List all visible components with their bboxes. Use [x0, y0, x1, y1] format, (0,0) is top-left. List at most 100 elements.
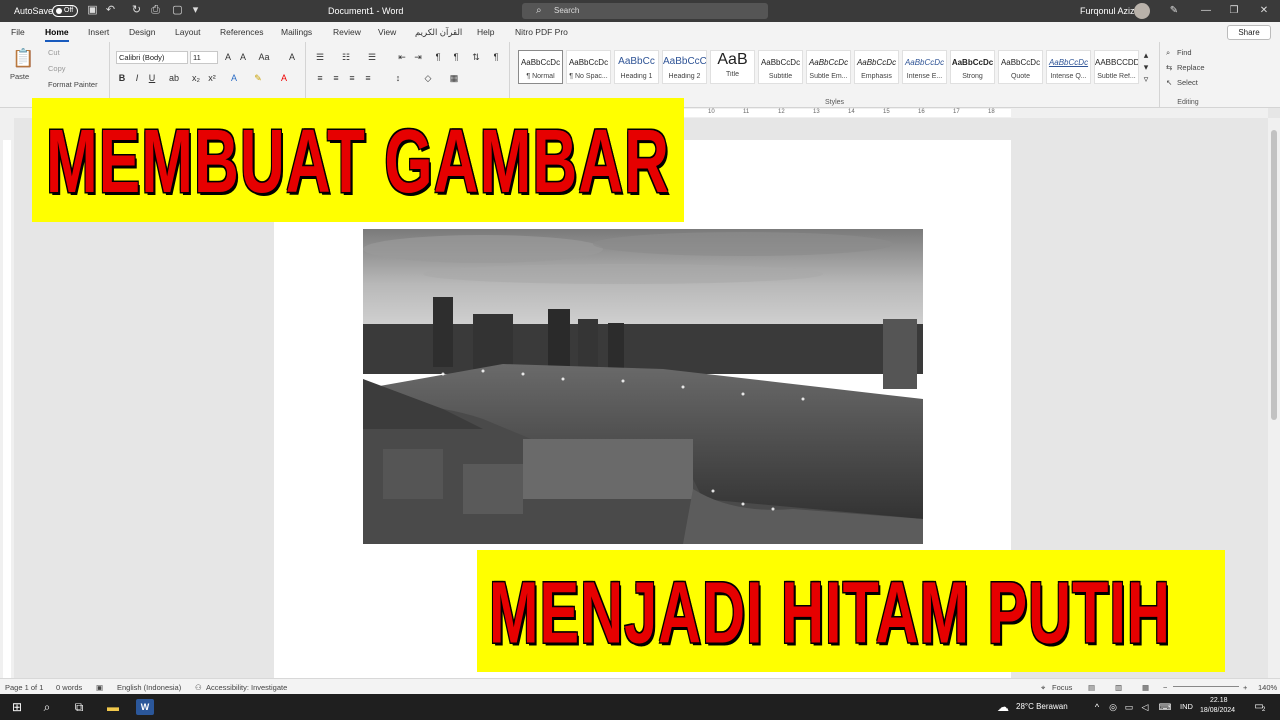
grow-font-icon[interactable]: A — [222, 52, 234, 62]
clear-format-icon[interactable]: A — [286, 52, 298, 62]
search-input[interactable]: ⌕ Search — [522, 3, 768, 19]
zoom-slider[interactable] — [1173, 686, 1239, 687]
numbering-icon[interactable]: ☷ — [340, 52, 352, 63]
tab-view[interactable]: View — [378, 27, 396, 37]
scrollbar-thumb[interactable] — [1271, 130, 1277, 420]
increase-indent-icon[interactable]: ⇥ — [412, 52, 424, 63]
tab-quran[interactable]: القرآن الكريم — [415, 27, 462, 38]
rtl-icon[interactable]: ¶ — [432, 52, 444, 62]
show-marks-icon[interactable]: ¶ — [490, 52, 502, 62]
font-color-icon[interactable]: A — [278, 73, 290, 83]
tab-home[interactable]: Home — [45, 27, 69, 42]
language-indicator[interactable]: English (Indonesia) — [117, 683, 181, 692]
paste-icon[interactable]: 📋 — [12, 48, 34, 69]
weather-text[interactable]: 28°C Berawan — [1016, 702, 1068, 711]
style-item[interactable]: AaBbCcDc Emphasis — [854, 50, 899, 84]
pen-icon[interactable]: ✎ — [1164, 3, 1184, 19]
print-layout-icon[interactable]: ▥ — [1115, 683, 1122, 692]
tab-file[interactable]: File — [11, 27, 25, 37]
input-language[interactable]: IND — [1180, 702, 1193, 711]
sort-icon[interactable]: ⇅ — [470, 52, 482, 63]
find-button[interactable]: Find — [1177, 48, 1192, 57]
tab-insert[interactable]: Insert — [88, 27, 109, 37]
restore-icon[interactable]: ❐ — [1224, 3, 1244, 19]
replace-button[interactable]: Replace — [1177, 63, 1205, 72]
tab-references[interactable]: References — [220, 27, 263, 37]
bold-icon[interactable]: B — [116, 73, 128, 83]
underline-icon[interactable]: U — [146, 73, 158, 83]
styles-scroll-down-icon[interactable]: ▾ — [1140, 62, 1152, 73]
style-item[interactable]: AaBbCcDc ¶ Normal — [518, 50, 563, 84]
focus-button[interactable]: Focus — [1052, 683, 1072, 692]
tab-design[interactable]: Design — [129, 27, 155, 37]
tab-nitro[interactable]: Nitro PDF Pro — [515, 27, 568, 37]
copy-button[interactable]: Copy — [48, 64, 66, 73]
superscript-icon[interactable]: x² — [206, 73, 218, 83]
save-icon[interactable]: ▣ — [86, 4, 99, 17]
style-item[interactable]: AaBbCcDc Subtitle — [758, 50, 803, 84]
customize-qat-icon[interactable]: ▾ — [189, 4, 202, 17]
web-layout-icon[interactable]: ▦ — [1142, 683, 1149, 692]
borders-icon[interactable]: ▦ — [448, 73, 460, 84]
zoom-level[interactable]: 140% — [1258, 683, 1277, 692]
shrink-font-icon[interactable]: A — [237, 52, 249, 62]
style-item[interactable]: AABBCCDD Subtle Ref... — [1094, 50, 1139, 84]
line-spacing-icon[interactable]: ↕ — [392, 73, 404, 83]
close-icon[interactable]: ✕ — [1254, 3, 1274, 19]
tab-mailings[interactable]: Mailings — [281, 27, 312, 37]
tab-layout[interactable]: Layout — [175, 27, 201, 37]
page-count[interactable]: Page 1 of 1 — [5, 683, 43, 692]
print-icon[interactable]: ⎙ — [149, 4, 162, 17]
vertical-scrollbar[interactable] — [1268, 118, 1280, 678]
redo-icon[interactable]: ↻ — [130, 4, 143, 17]
grayscale-city-photo[interactable] — [363, 229, 923, 544]
autosave-toggle[interactable]: Off — [52, 5, 78, 17]
clock-time[interactable]: 22.18 — [1210, 697, 1228, 704]
file-explorer-icon[interactable]: ▬ — [104, 699, 122, 715]
change-case-icon[interactable]: Aa — [258, 52, 270, 62]
style-item[interactable]: AaBbCcDc Quote — [998, 50, 1043, 84]
highlight-icon[interactable]: ✎ — [252, 73, 264, 84]
word-app-icon[interactable]: W — [136, 699, 154, 715]
task-view-icon[interactable]: ⧉ — [70, 699, 88, 715]
avatar[interactable] — [1134, 3, 1150, 19]
strikethrough-icon[interactable]: ab — [168, 73, 180, 83]
text-effects-icon[interactable]: A — [228, 73, 240, 83]
align-center-icon[interactable]: ≡ — [330, 73, 342, 83]
cut-button[interactable]: Cut — [48, 48, 60, 57]
read-mode-icon[interactable]: ▤ — [1088, 683, 1095, 692]
proofing-icon[interactable]: ▣ — [96, 683, 103, 692]
style-item[interactable]: AaBbCcDc Intense E... — [902, 50, 947, 84]
style-item[interactable]: AaBbCcC Heading 2 — [662, 50, 707, 84]
ltr-icon[interactable]: ¶ — [450, 52, 462, 62]
vertical-ruler[interactable] — [0, 118, 14, 680]
format-painter-button[interactable]: Format Painter — [48, 80, 98, 89]
align-right-icon[interactable]: ≡ — [346, 73, 358, 83]
word-count[interactable]: 0 words — [56, 683, 82, 692]
align-left-icon[interactable]: ≡ — [314, 73, 326, 83]
accessibility-status[interactable]: Accessibility: Investigate — [206, 683, 287, 692]
style-item[interactable]: AaB Title — [710, 50, 755, 84]
select-button[interactable]: Select — [1177, 78, 1198, 87]
shading-icon[interactable]: ◇ — [422, 73, 434, 84]
font-size-select[interactable]: 11 — [190, 51, 218, 64]
style-item[interactable]: AaBbCc Heading 1 — [614, 50, 659, 84]
search-icon[interactable]: ⌕ — [38, 699, 56, 715]
subscript-icon[interactable]: x₂ — [190, 73, 202, 83]
multilevel-icon[interactable]: ☰ — [366, 52, 378, 63]
style-item[interactable]: AaBbCcDc Subtle Em... — [806, 50, 851, 84]
volume-icon[interactable]: ◁ — [1136, 699, 1154, 715]
decrease-indent-icon[interactable]: ⇤ — [396, 52, 408, 63]
justify-icon[interactable]: ≡ — [362, 73, 374, 83]
style-item[interactable]: AaBbCcDc ¶ No Spac... — [566, 50, 611, 84]
font-name-select[interactable]: Calibri (Body) — [116, 51, 188, 64]
tab-review[interactable]: Review — [333, 27, 361, 37]
bullets-icon[interactable]: ☰ — [314, 52, 326, 63]
minimize-icon[interactable]: — — [1196, 3, 1216, 19]
paste-button[interactable]: Paste — [10, 72, 29, 81]
keyboard-icon[interactable]: ⌨ — [1156, 699, 1174, 715]
page-icon[interactable]: ▢ — [171, 4, 184, 17]
weather-icon[interactable]: ☁ — [994, 699, 1012, 715]
zoom-out-icon[interactable]: − — [1163, 683, 1167, 692]
italic-icon[interactable]: I — [131, 73, 143, 83]
